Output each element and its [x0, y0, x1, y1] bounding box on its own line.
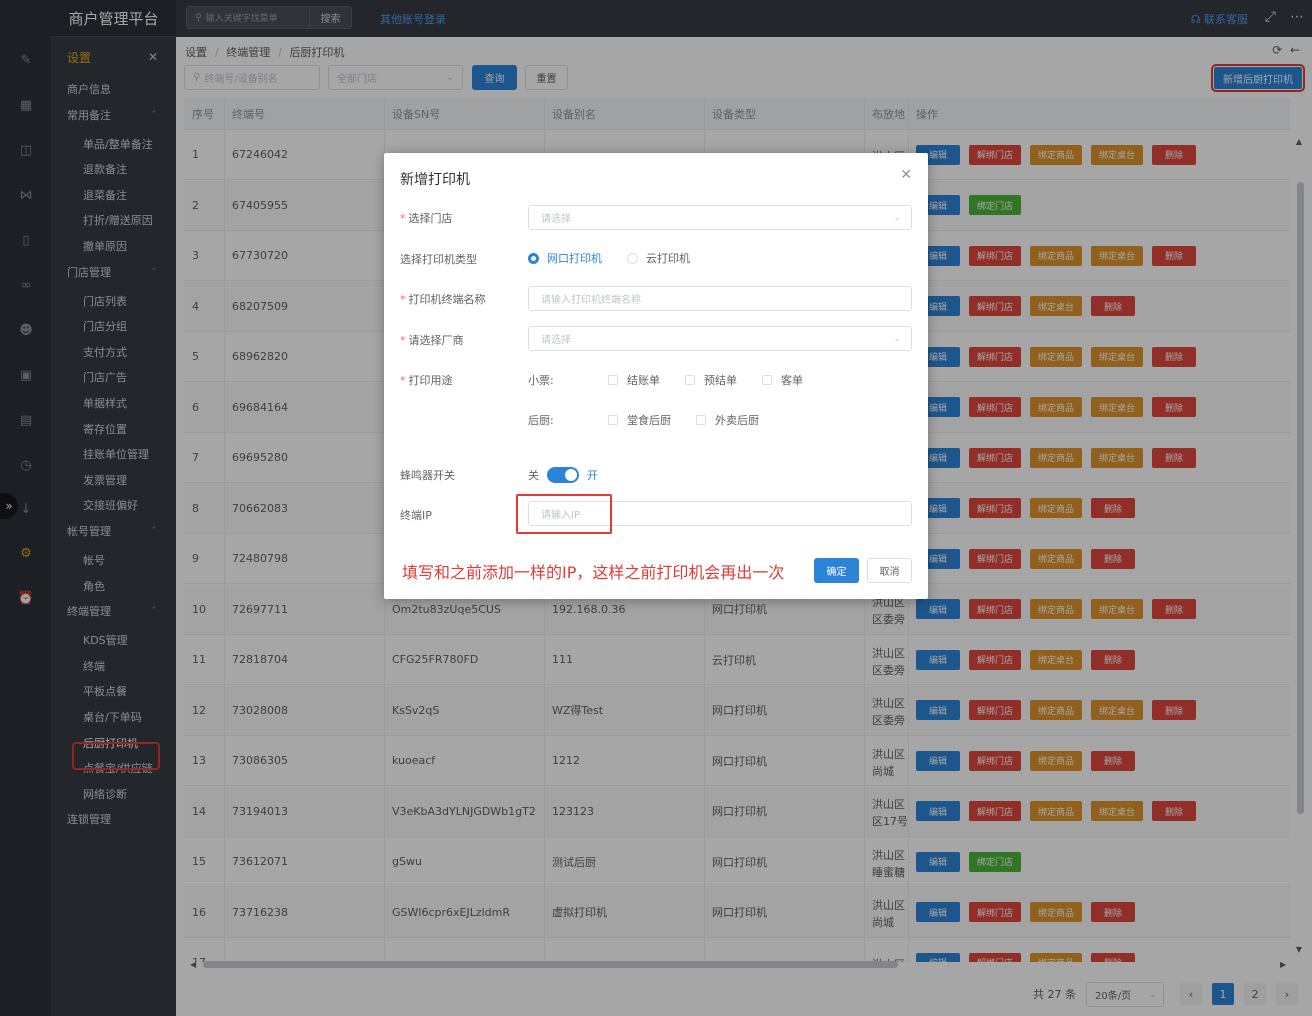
radio-network-printer[interactable]: 网口打印机	[528, 250, 602, 266]
checkbox-label: 预结单	[704, 374, 737, 387]
checkbox-label: 结账单	[627, 374, 660, 387]
usage-label: * 打印用途	[400, 374, 453, 387]
store-select[interactable]: 请选择 ⌄	[528, 205, 912, 230]
add-printer-dialog: 新增打印机 ✕ * 选择门店 请选择 ⌄ 选择打印机类型 网口打印机 云打印机 * 打…	[384, 153, 928, 599]
buzzer-off-label: 关	[528, 469, 539, 482]
confirm-button[interactable]: 确定	[814, 558, 859, 583]
checkbox-guest-receipt[interactable]: 客单	[762, 372, 803, 388]
vendor-label-text: 请选择厂商	[408, 334, 464, 347]
checkbox-label: 堂食后厨	[627, 414, 671, 427]
chevron-down-icon: ⌄	[893, 333, 901, 344]
store-select-placeholder: 请选择	[541, 214, 571, 225]
radio-network-printer-label: 网口打印机	[547, 252, 602, 265]
checkbox-takeout-kitchen[interactable]: 外卖后厨	[696, 412, 759, 428]
modal-overlay	[176, 0, 1312, 37]
printer-name-label-text: 打印机终端名称	[408, 293, 486, 306]
radio-cloud-printer[interactable]: 云打印机	[627, 250, 690, 266]
radio-cloud-printer-label: 云打印机	[646, 252, 690, 265]
cancel-button[interactable]: 取消	[867, 558, 912, 583]
highlight-box	[516, 494, 612, 534]
vendor-select-placeholder: 请选择	[541, 335, 571, 346]
close-icon[interactable]: ✕	[900, 167, 912, 183]
vendor-label: * 请选择厂商	[400, 334, 464, 347]
printer-type-label: 选择打印机类型	[400, 253, 477, 266]
vendor-select[interactable]: 请选择 ⌄	[528, 326, 912, 351]
buzzer-on-label: 开	[587, 469, 598, 482]
printer-name-input[interactable]: 请输入打印机终端名称	[528, 286, 912, 311]
checkbox-pre-checkout[interactable]: 预结单	[685, 372, 737, 388]
printer-name-placeholder: 请输入打印机终端名称	[541, 295, 641, 306]
annotation-note: 填写和之前添加一样的IP，这样之前打印机会再出一次	[402, 563, 785, 582]
checkbox-label: 外卖后厨	[715, 414, 759, 427]
receipt-label: 小票:	[528, 374, 554, 387]
buzzer-label: 蜂鸣器开关	[400, 469, 455, 482]
buzzer-toggle[interactable]	[547, 467, 579, 483]
dialog-title: 新增打印机	[400, 172, 470, 188]
printer-name-label: * 打印机终端名称	[400, 293, 486, 306]
store-label-text: 选择门店	[408, 212, 453, 225]
checkbox-checkout-receipt[interactable]: 结账单	[608, 372, 660, 388]
ip-label: 终端IP	[400, 509, 432, 522]
modal-overlay	[0, 0, 176, 1016]
store-label: * 选择门店	[400, 212, 453, 225]
usage-label-text: 打印用途	[408, 374, 453, 387]
chevron-down-icon: ⌄	[893, 212, 901, 223]
checkbox-dine-in-kitchen[interactable]: 堂食后厨	[608, 412, 671, 428]
checkbox-label: 客单	[781, 374, 803, 387]
kitchen-label: 后厨:	[528, 414, 554, 427]
